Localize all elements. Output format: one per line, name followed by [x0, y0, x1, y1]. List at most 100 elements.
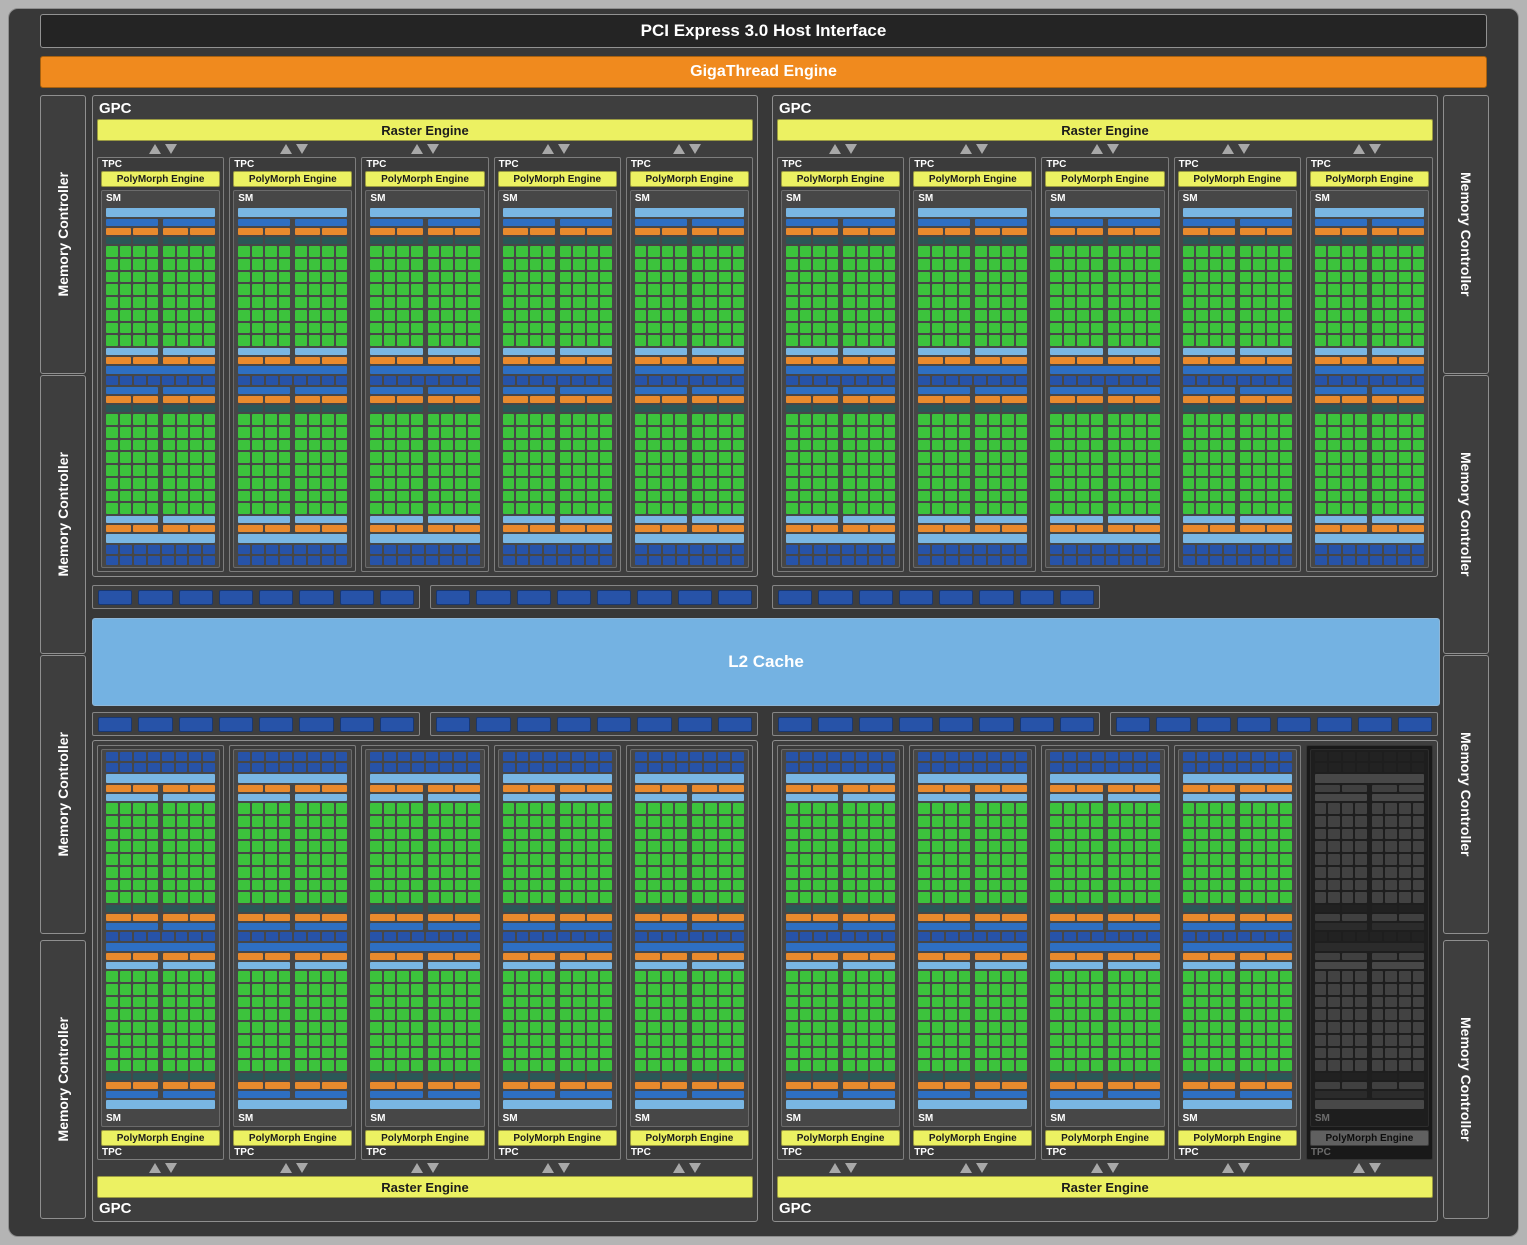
blue-segment	[189, 752, 201, 761]
core-cell	[1148, 816, 1160, 827]
sm: SM	[365, 749, 484, 1127]
orange-cell	[1135, 228, 1160, 235]
orange-cell	[1002, 785, 1027, 792]
sm-half-column	[635, 953, 687, 1098]
blue-segment	[134, 545, 146, 554]
teal-cell	[587, 1073, 612, 1080]
core-cell	[1267, 310, 1279, 321]
blue-segment	[856, 545, 868, 554]
blue-segment	[856, 376, 868, 385]
core-cell	[800, 246, 812, 257]
blue-segment-row	[503, 932, 612, 941]
sm-row-blue	[106, 366, 215, 374]
blue-segment	[468, 932, 480, 941]
core-grid	[370, 803, 422, 903]
core-cell	[1253, 1035, 1265, 1046]
core-cell	[106, 1060, 118, 1071]
core-cell	[857, 478, 869, 489]
core-cell	[336, 841, 348, 852]
core-cell	[843, 323, 855, 334]
core-cell	[1016, 414, 1028, 425]
core-cell	[843, 984, 855, 995]
core-cell	[1385, 246, 1397, 257]
core-cell	[843, 1048, 855, 1059]
core-cell	[411, 1035, 423, 1046]
core-cell	[1328, 465, 1340, 476]
teal-cell	[1183, 1073, 1208, 1080]
core-cell	[309, 465, 321, 476]
sm-processing-block	[786, 219, 895, 364]
core-cell	[1342, 984, 1354, 995]
core-cell	[1413, 478, 1425, 489]
sm-half-column	[428, 785, 480, 930]
blue-segment	[932, 763, 944, 772]
core-cell	[336, 816, 348, 827]
sm-row-blue	[163, 387, 215, 394]
core-cell	[411, 452, 423, 463]
core-cell	[133, 414, 145, 425]
sm-half-column	[1050, 785, 1102, 930]
core-cell	[600, 284, 612, 295]
core-cell	[106, 1035, 118, 1046]
core-cell	[857, 440, 869, 451]
core-cell	[147, 984, 159, 995]
core-cell	[959, 284, 971, 295]
core-cell	[265, 478, 277, 489]
core-cell	[600, 323, 612, 334]
core-cell	[384, 465, 396, 476]
core-cell	[120, 272, 132, 283]
core-cell	[1413, 503, 1425, 514]
core-cell	[543, 323, 555, 334]
orange-cell	[1267, 1082, 1292, 1089]
core-cell	[1135, 854, 1147, 865]
sm: SM	[630, 190, 749, 568]
sm-half-column	[295, 785, 347, 930]
blue-segment	[932, 932, 944, 941]
sm-row-orange-pair	[163, 396, 215, 403]
down-arrow-icon	[976, 144, 988, 154]
teal-cell	[1050, 237, 1075, 244]
core-cell	[1267, 854, 1279, 865]
core-cell	[370, 478, 382, 489]
core-cell	[147, 880, 159, 891]
orange-cell	[1077, 357, 1102, 364]
blue-segment	[600, 376, 612, 385]
core-cell	[1355, 297, 1367, 308]
core-cell	[384, 867, 396, 878]
core-cell	[397, 503, 409, 514]
polymorph-engine-bar: PolyMorph Engine	[1178, 1130, 1297, 1146]
teal-cell	[397, 405, 422, 412]
down-arrow-icon	[689, 1163, 701, 1173]
blue-segment	[308, 932, 320, 941]
core-cell	[516, 259, 528, 270]
sm-row-blue	[238, 1091, 290, 1098]
sm-row-blue	[692, 387, 744, 394]
core-cell	[252, 997, 264, 1008]
orange-cell	[843, 953, 868, 960]
sm-row-teal-pair	[1183, 905, 1235, 912]
orange-cell	[560, 357, 585, 364]
core-cell	[543, 971, 555, 982]
sm-label: SM	[914, 1111, 1031, 1126]
core-cell	[1064, 335, 1076, 346]
core-cell	[648, 841, 660, 852]
core-cell	[1091, 1060, 1103, 1071]
core-cell	[1342, 335, 1354, 346]
sm-row-orange-pair	[503, 228, 555, 235]
core-cell	[1267, 427, 1279, 438]
blue-segment	[1183, 376, 1195, 385]
core-cell	[1413, 971, 1425, 982]
core-cell	[1091, 297, 1103, 308]
sm-row-lightblue	[635, 208, 744, 217]
sm-content	[366, 206, 483, 567]
blue-segment	[189, 376, 201, 385]
core-cell	[857, 984, 869, 995]
core-cell	[455, 323, 467, 334]
core-cell	[1413, 892, 1425, 903]
orange-cell	[190, 525, 215, 532]
core-cell	[238, 880, 250, 891]
sm-row-lightblue	[1315, 774, 1424, 783]
sm-row-blue	[560, 1091, 612, 1098]
core-cell	[1355, 259, 1367, 270]
orange-cell	[587, 228, 612, 235]
